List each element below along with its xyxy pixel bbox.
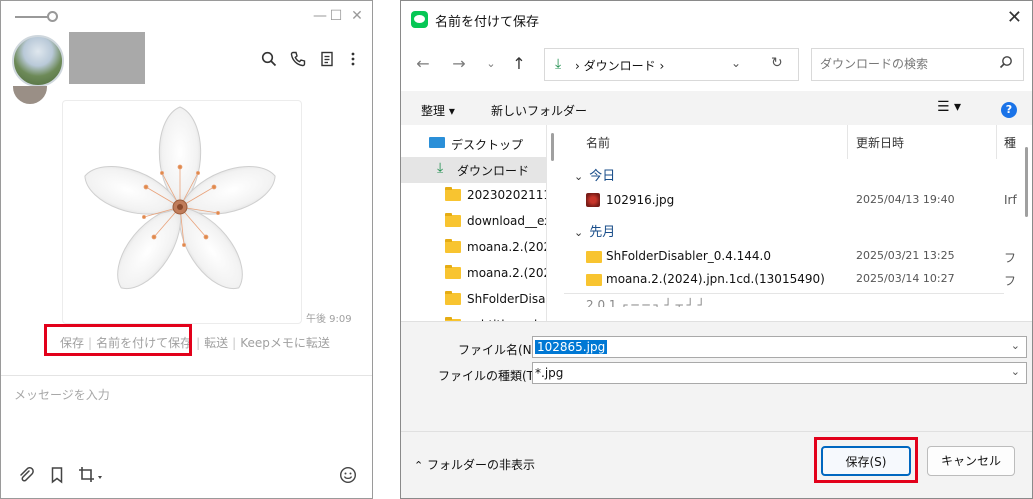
browser-panes: デスクトップ ⤓ ダウンロード 20230202111415 download_… xyxy=(401,125,1032,321)
tree-item-downloads[interactable]: ⤓ ダウンロード xyxy=(401,157,546,183)
folder-icon xyxy=(586,274,602,286)
folder-icon xyxy=(586,251,602,263)
file-row-partial[interactable]: 2.0.1 ┌ ─ ─ ┐ ┘ ┬ ┘ ┘ xyxy=(564,293,1004,307)
forward-arrow-icon[interactable]: → xyxy=(449,54,469,74)
tree-item-desktop[interactable]: デスクトップ xyxy=(401,131,546,157)
refresh-icon[interactable]: ↻ xyxy=(771,55,783,71)
filename-field[interactable]: 102865.jpg ⌄ xyxy=(532,336,1027,358)
download-icon: ⤓ xyxy=(555,56,562,72)
column-header-name[interactable]: 名前 xyxy=(586,134,610,151)
dialog-toolbar: 整理 ▾ 新しいフォルダー ☰ ▾ ? xyxy=(401,91,1032,127)
tree-item-folder[interactable]: moana.2.(2024 xyxy=(401,235,546,261)
address-dropdown-icon[interactable]: ⌄ xyxy=(731,56,741,70)
search-icon[interactable] xyxy=(999,55,1013,73)
notes-icon[interactable] xyxy=(317,51,337,71)
sender-avatar[interactable] xyxy=(13,86,47,104)
highlight-box xyxy=(44,324,192,356)
filetype-value: *.jpg xyxy=(535,366,564,380)
tree-item-folder[interactable]: 20230202111415 xyxy=(401,183,546,209)
image-message[interactable] xyxy=(62,100,302,324)
filename-label: ファイル名(N): xyxy=(458,343,541,357)
search-box xyxy=(811,48,1024,81)
tree-item-folder[interactable]: ShFolderDisab xyxy=(401,287,546,313)
file-row[interactable]: ShFolderDisabler_0.4.144.0 2025/03/21 13… xyxy=(564,245,1016,269)
dialog-title-bar: 名前を付けて保存 ✕ xyxy=(401,1,1032,37)
maximize-icon[interactable]: ☐ xyxy=(327,7,345,25)
message-input[interactable] xyxy=(14,388,354,402)
more-icon[interactable] xyxy=(343,51,363,71)
file-fields: ファイル名(N): 102865.jpg ⌄ ファイルの種類(T): *.jpg… xyxy=(401,321,1032,431)
keep-forward-link[interactable]: Keepメモに転送 xyxy=(240,336,330,350)
cancel-button[interactable]: キャンセル xyxy=(927,446,1015,476)
file-list-scrollbar[interactable] xyxy=(1025,147,1028,217)
desktop-icon xyxy=(429,137,445,148)
folder-icon xyxy=(445,291,461,305)
tree-item-folder[interactable]: download__ex xyxy=(401,209,546,235)
column-header-type[interactable]: 種 xyxy=(1004,134,1016,151)
chevron-down-icon[interactable]: ⌄ xyxy=(1011,365,1020,378)
file-row[interactable]: 102916.jpg 2025/04/13 19:40 Irf xyxy=(564,189,1017,213)
recent-dropdown-icon[interactable]: ⌄ xyxy=(481,54,501,74)
view-menu-icon[interactable]: ☰ ▾ xyxy=(937,99,961,115)
forward-link[interactable]: 転送 xyxy=(204,336,228,350)
download-icon: ⤓ xyxy=(437,160,444,176)
file-row[interactable]: moana.2.(2024).jpn.1cd.(13015490) 2025/0… xyxy=(564,268,1016,292)
close-icon[interactable]: ✕ xyxy=(348,7,366,25)
hide-folders-toggle[interactable]: ⌃ フォルダーの非表示 xyxy=(414,456,535,473)
breadcrumb[interactable]: › ダウンロード › xyxy=(575,57,664,74)
message-time: 午後 9:09 xyxy=(306,314,352,325)
search-input[interactable] xyxy=(820,57,990,71)
tree-item-folder[interactable]: moana.2.(2024 xyxy=(401,261,546,287)
chat-avatar[interactable] xyxy=(12,35,64,87)
line-chat-window: — ☐ ✕ 午後 9:09 保存 | 名前を付けて保存 | 転送 | Keepメ… xyxy=(0,0,373,499)
line-logo-icon xyxy=(411,11,428,28)
chat-header xyxy=(1,29,372,89)
crop-icon[interactable] xyxy=(77,466,107,488)
new-folder-button[interactable]: 新しいフォルダー xyxy=(491,102,587,119)
search-icon[interactable] xyxy=(259,51,279,71)
help-icon[interactable]: ? xyxy=(1001,102,1017,118)
close-icon[interactable]: ✕ xyxy=(1007,7,1022,28)
dialog-footer: ⌃ フォルダーの非表示 保存(S) キャンセル xyxy=(401,431,1032,498)
flower-image xyxy=(84,106,276,289)
opacity-slider-knob[interactable] xyxy=(47,11,58,22)
file-list: 名前 更新日時 種 ⌄ 今日 102916.jpg 2025/04/13 19:4… xyxy=(564,125,1032,321)
group-header-last-month[interactable]: ⌄ 先月 xyxy=(574,221,615,240)
chat-name-redacted xyxy=(69,32,145,84)
up-arrow-icon[interactable]: ↑ xyxy=(509,54,529,74)
organize-button[interactable]: 整理 ▾ xyxy=(421,102,455,119)
highlight-box xyxy=(814,437,918,483)
opacity-slider-track[interactable] xyxy=(15,16,49,18)
chevron-down-icon[interactable]: ⌄ xyxy=(1011,339,1020,352)
phone-icon[interactable] xyxy=(288,51,308,71)
folder-icon xyxy=(445,265,461,279)
dialog-title: 名前を付けて保存 xyxy=(435,15,540,30)
folder-icon xyxy=(445,187,461,201)
chevron-up-icon: ⌃ xyxy=(414,459,424,472)
input-divider xyxy=(1,375,372,376)
tree-item-folder[interactable]: subtitleworksh xyxy=(401,313,546,321)
save-as-dialog: 名前を付けて保存 ✕ ← → ⌄ ↑ ⤓ › ダウンロード › ⌄ ↻ 整理 ▾… xyxy=(400,0,1033,499)
navigation-bar: ← → ⌄ ↑ ⤓ › ダウンロード › ⌄ ↻ xyxy=(401,37,1032,91)
attach-icon[interactable] xyxy=(15,466,37,488)
filetype-label: ファイルの種類(T): xyxy=(438,369,543,383)
folder-icon xyxy=(445,213,461,227)
filetype-select[interactable]: *.jpg ⌄ xyxy=(532,362,1027,384)
navigation-tree: デスクトップ ⤓ ダウンロード 20230202111415 download_… xyxy=(401,125,547,321)
folder-icon xyxy=(445,239,461,253)
image-file-icon xyxy=(586,193,600,207)
bookmark-icon[interactable] xyxy=(46,466,68,488)
back-arrow-icon[interactable]: ← xyxy=(413,54,433,74)
tree-scrollbar[interactable] xyxy=(551,133,554,161)
line-title-bar: — ☐ ✕ xyxy=(1,1,372,31)
address-bar[interactable]: ⤓ › ダウンロード › ⌄ ↻ xyxy=(544,48,799,81)
group-header-today[interactable]: ⌄ 今日 xyxy=(574,165,615,184)
filename-value[interactable]: 102865.jpg xyxy=(535,340,608,354)
column-header-date[interactable]: 更新日時 xyxy=(856,134,904,151)
emoji-icon[interactable] xyxy=(337,466,359,488)
